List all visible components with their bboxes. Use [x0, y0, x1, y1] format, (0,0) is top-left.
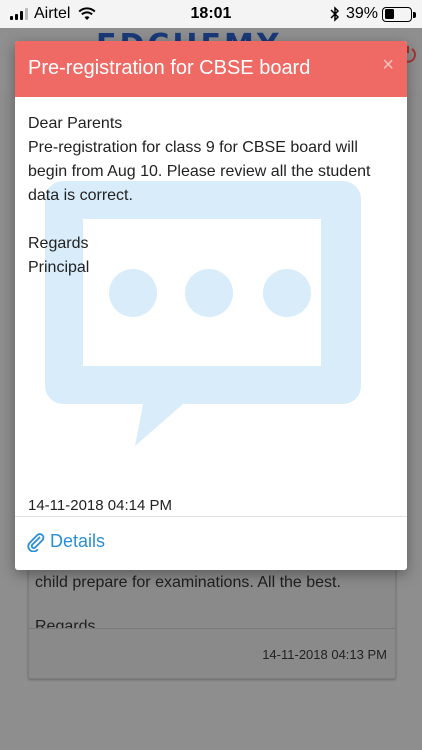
modal-title: Pre-registration for CBSE board: [28, 57, 311, 79]
modal-date: 14-11-2018 04:14 PM: [28, 497, 172, 514]
details-label: Details: [50, 531, 106, 551]
status-bar: Airtel 18:01 39%: [0, 0, 422, 28]
details-link[interactable]: Details: [26, 531, 105, 552]
notice-modal: Pre-registration for CBSE board × Dear P…: [15, 41, 407, 570]
notice-card-date: 14-11-2018 04:13 PM: [262, 647, 387, 662]
regards: Regards: [28, 235, 89, 252]
battery-percent: 39%: [345, 5, 378, 22]
modal-header: Pre-registration for CBSE board ×: [15, 41, 407, 97]
notice-card[interactable]: child prepare for examinations. All the …: [28, 555, 396, 679]
signature: Principal: [28, 259, 90, 276]
paperclip-icon: [27, 532, 45, 552]
bluetooth-icon: [330, 6, 340, 22]
modal-divider: [15, 516, 407, 517]
notice-card-text: child prepare for examinations. All the …: [35, 574, 341, 591]
greeting: Dear Parents: [28, 115, 123, 132]
modal-body: Dear Parents Pre-registration for class …: [28, 112, 398, 280]
close-icon[interactable]: ×: [382, 54, 394, 77]
status-right: 39%: [330, 5, 416, 23]
message: Pre-registration for class 9 for CBSE bo…: [28, 139, 371, 204]
notice-card-footer: 14-11-2018 04:13 PM: [29, 628, 395, 678]
battery-icon: [382, 6, 416, 22]
